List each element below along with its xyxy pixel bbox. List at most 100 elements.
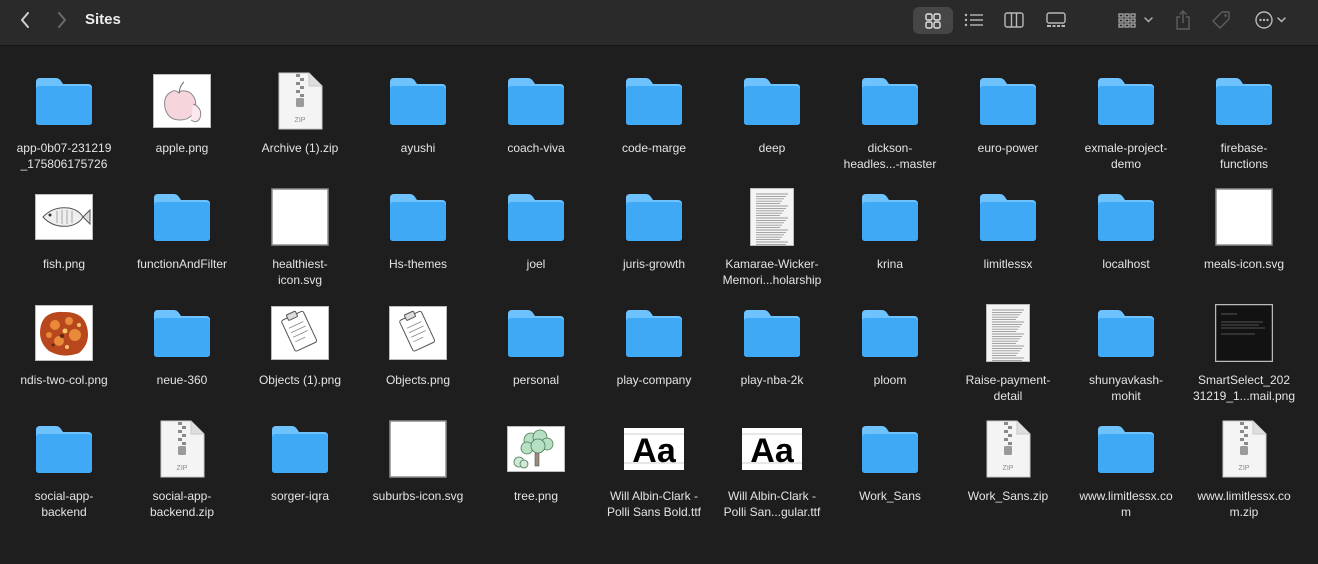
file-item-label: dickson- headles...-master <box>843 141 937 171</box>
file-item[interactable]: ZIP social-app- backend.zip <box>123 420 241 536</box>
back-button[interactable] <box>14 9 36 31</box>
file-item[interactable]: ndis-two-col.png <box>5 304 123 420</box>
file-item[interactable]: Objects.png <box>359 304 477 420</box>
clipboard-image-thumbnail <box>271 306 329 360</box>
file-item-icon <box>388 188 448 246</box>
file-item[interactable]: code-marge <box>595 72 713 188</box>
tag-button[interactable] <box>1209 8 1233 32</box>
file-item-label: tree.png <box>513 489 559 503</box>
svg-text:ZIP: ZIP <box>1003 465 1014 472</box>
file-item[interactable]: play-company <box>595 304 713 420</box>
file-item-icon: Aa <box>624 420 684 478</box>
file-item[interactable]: social-app- backend <box>5 420 123 536</box>
file-item[interactable]: coach-viva <box>477 72 595 188</box>
file-item[interactable]: deep <box>713 72 831 188</box>
svg-file-thumbnail <box>271 188 329 246</box>
file-item[interactable]: Hs-themes <box>359 188 477 304</box>
file-item[interactable]: functionAndFilter <box>123 188 241 304</box>
file-item[interactable]: app-0b07-231219 _175806175726 <box>5 72 123 188</box>
forward-button[interactable] <box>51 9 73 31</box>
file-item[interactable]: Work_Sans <box>831 420 949 536</box>
file-item-label: Will Albin-Clark - Polli San...gular.ttf <box>723 489 821 519</box>
file-item-icon <box>152 304 212 362</box>
file-item[interactable]: Raise-payment- detail <box>949 304 1067 420</box>
file-item-label: firebase- functions <box>1219 141 1269 171</box>
folder-icon <box>154 194 210 241</box>
file-item[interactable]: localhost <box>1067 188 1185 304</box>
file-item[interactable]: juris-growth <box>595 188 713 304</box>
file-item-icon <box>506 304 566 362</box>
file-item[interactable]: krina <box>831 188 949 304</box>
file-item-label: localhost <box>1102 257 1150 271</box>
file-item-icon <box>152 72 212 130</box>
file-item[interactable]: euro-power <box>949 72 1067 188</box>
file-item-label: ndis-two-col.png <box>20 373 108 387</box>
folder-icon <box>508 78 564 125</box>
file-item[interactable]: www.limitlessx.co m <box>1067 420 1185 536</box>
window-title: Sites <box>85 11 121 28</box>
file-item[interactable]: SmartSelect_202 31219_1...mail.png <box>1185 304 1303 420</box>
share-button[interactable] <box>1172 8 1194 32</box>
file-item-icon <box>388 420 448 478</box>
file-item-icon: ZIP <box>152 420 212 478</box>
file-item[interactable]: ZIP Work_Sans.zip <box>949 420 1067 536</box>
file-item-label: www.limitlessx.co m.zip <box>1197 489 1291 519</box>
folder-icon <box>1098 78 1154 125</box>
file-item[interactable]: Aa Will Albin-Clark - Polli San...gular.… <box>713 420 831 536</box>
file-item[interactable]: healthiest- icon.svg <box>241 188 359 304</box>
folder-icon <box>390 78 446 125</box>
file-item[interactable]: exmale-project- demo <box>1067 72 1185 188</box>
font-file-thumbnail: Aa <box>624 428 684 470</box>
zip-file-icon: ZIP <box>1222 420 1267 478</box>
file-item[interactable]: Objects (1).png <box>241 304 359 420</box>
file-item[interactable]: ZIP www.limitlessx.co m.zip <box>1185 420 1303 536</box>
list-view-button[interactable] <box>962 9 986 31</box>
tree-image-thumbnail <box>507 426 565 472</box>
zip-file-icon: ZIP <box>278 72 323 130</box>
file-item-label: Work_Sans.zip <box>967 489 1049 503</box>
clipboard-image-thumbnail <box>389 306 447 360</box>
file-item[interactable]: fish.png <box>5 188 123 304</box>
file-item-label: joel <box>526 257 546 271</box>
more-actions-button[interactable] <box>1251 8 1291 32</box>
folder-icon <box>1216 78 1272 125</box>
file-item[interactable]: limitlessx <box>949 188 1067 304</box>
file-item[interactable]: play-nba-2k <box>713 304 831 420</box>
file-item-icon <box>388 72 448 130</box>
column-view-button[interactable] <box>1002 9 1026 31</box>
file-item[interactable]: neue-360 <box>123 304 241 420</box>
file-item[interactable]: meals-icon.svg <box>1185 188 1303 304</box>
folder-icon <box>390 194 446 241</box>
chevron-right-icon <box>58 12 66 28</box>
file-item[interactable]: firebase- functions <box>1185 72 1303 188</box>
folder-icon <box>36 78 92 125</box>
file-item[interactable]: joel <box>477 188 595 304</box>
file-item[interactable]: suburbs-icon.svg <box>359 420 477 536</box>
file-item[interactable]: apple.png <box>123 72 241 188</box>
file-item-icon <box>1214 304 1274 362</box>
file-item[interactable]: Aa Will Albin-Clark - Polli Sans Bold.tt… <box>595 420 713 536</box>
file-item-label: healthiest- icon.svg <box>272 257 328 287</box>
file-item[interactable]: Kamarae-Wicker- Memori...holarship <box>713 188 831 304</box>
grid-view-icon <box>925 12 941 29</box>
file-item[interactable]: ayushi <box>359 72 477 188</box>
file-item-label: Work_Sans <box>859 489 921 503</box>
file-item[interactable]: personal <box>477 304 595 420</box>
file-item-icon <box>34 304 94 362</box>
file-item-label: www.limitlessx.co m <box>1079 489 1173 519</box>
file-item[interactable]: tree.png <box>477 420 595 536</box>
file-item[interactable]: ploom <box>831 304 949 420</box>
group-by-button[interactable] <box>1114 9 1156 31</box>
grid-view-button[interactable] <box>913 7 953 34</box>
file-item-icon <box>34 72 94 130</box>
file-item-icon <box>388 304 448 362</box>
folder-icon <box>862 426 918 473</box>
list-view-icon <box>964 13 983 27</box>
file-item-label: Objects.png <box>385 373 451 387</box>
file-item[interactable]: ZIP Archive (1).zip <box>241 72 359 188</box>
file-item[interactable]: sorger-iqra <box>241 420 359 536</box>
file-item[interactable]: shunyavkash- mohit <box>1067 304 1185 420</box>
file-item[interactable]: dickson- headles...-master <box>831 72 949 188</box>
file-item-icon <box>624 304 684 362</box>
gallery-view-button[interactable] <box>1043 9 1069 31</box>
